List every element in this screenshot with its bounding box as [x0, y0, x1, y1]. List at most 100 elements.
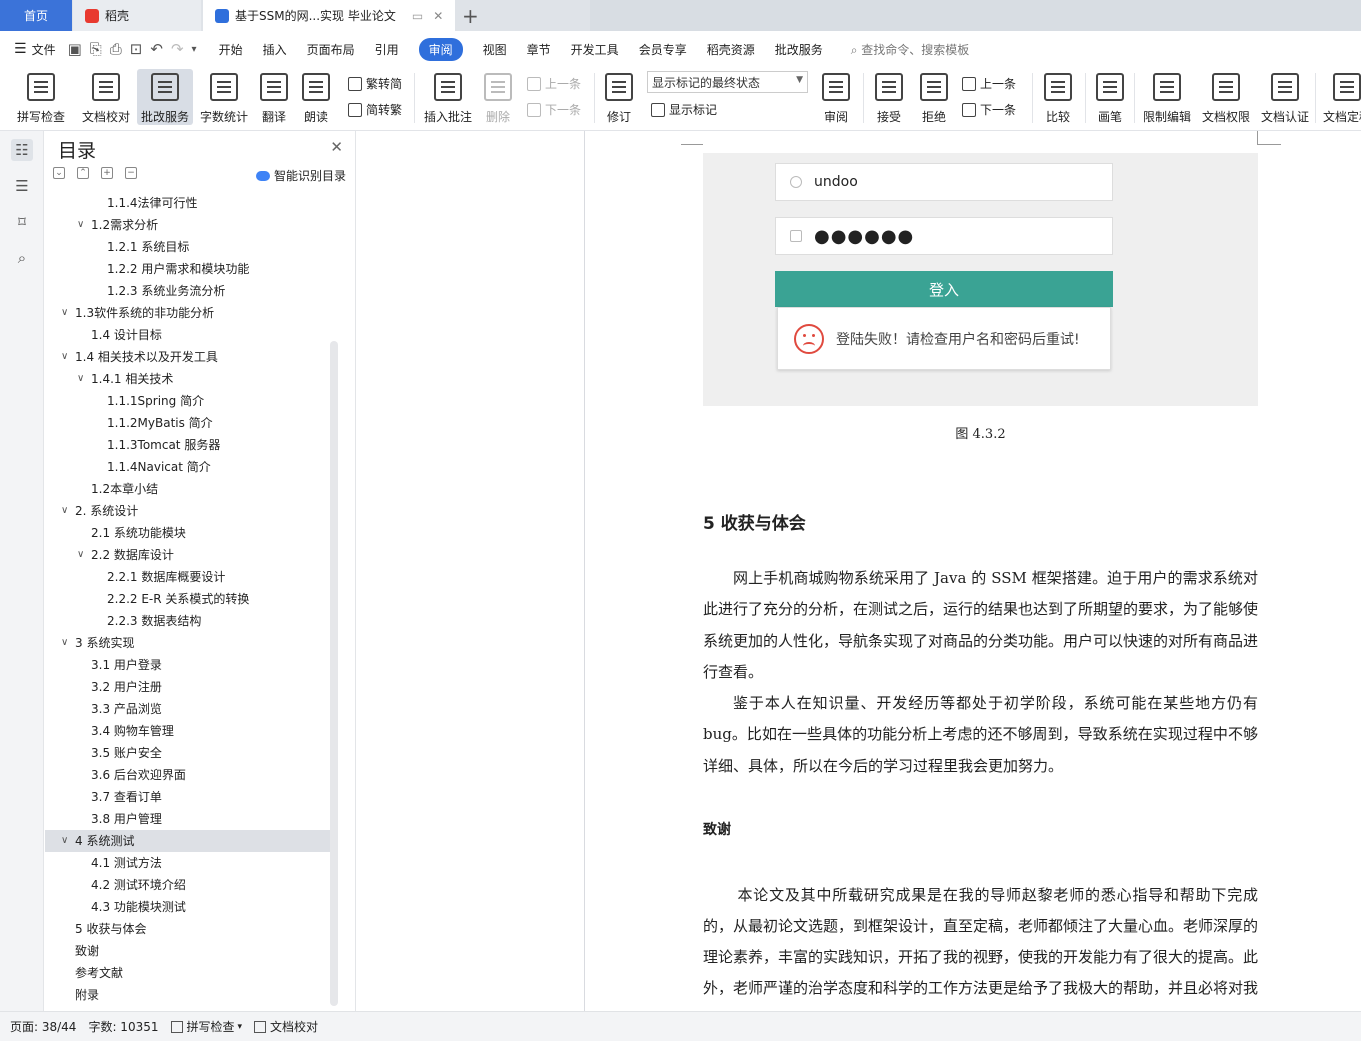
- word-count-button[interactable]: 字数统计: [198, 69, 250, 125]
- accept-button[interactable]: 接受: [871, 69, 907, 125]
- page-indicator[interactable]: 页面: 38/44: [10, 1018, 76, 1035]
- review-pane-button[interactable]: 审阅: [818, 69, 854, 125]
- to-traditional-button[interactable]: 繁转简: [348, 75, 402, 92]
- export-pdf-icon[interactable]: ⎘: [90, 40, 102, 58]
- chevron-down-icon[interactable]: ∨: [61, 346, 68, 368]
- menu-file[interactable]: ☰ 文件: [14, 41, 56, 58]
- prev-comment-button[interactable]: 上一条: [527, 75, 581, 92]
- track-changes-button[interactable]: 修订: [602, 69, 636, 125]
- toc-item[interactable]: 3.7 查看订单: [45, 786, 335, 808]
- menu-review[interactable]: 审阅: [418, 37, 463, 61]
- tab-document[interactable]: 基于SSM的网...实现 毕业论文 ▭ ✕: [203, 0, 455, 31]
- toc-item[interactable]: ∨ 2. 系统设计: [45, 500, 335, 522]
- chevron-down-icon[interactable]: ∨: [61, 500, 68, 522]
- menu-section[interactable]: 章节: [527, 41, 551, 58]
- undo-icon[interactable]: ↶: [150, 40, 163, 58]
- menu-references[interactable]: 引用: [375, 41, 399, 58]
- menu-insert[interactable]: 插入: [263, 41, 287, 58]
- toc-item[interactable]: 1.2本章小结: [45, 478, 335, 500]
- reject-button[interactable]: 拒绝: [916, 69, 952, 125]
- word-count-indicator[interactable]: 字数: 10351: [88, 1018, 158, 1035]
- search-icon[interactable]: ⌕: [11, 247, 33, 269]
- menu-member[interactable]: 会员专享: [639, 41, 687, 58]
- toc-item[interactable]: 1.4 设计目标: [45, 324, 335, 346]
- tab-pin-icon[interactable]: ▭: [412, 9, 423, 23]
- toc-item[interactable]: 3.3 产品浏览: [45, 698, 335, 720]
- translate-button[interactable]: 翻译: [256, 69, 292, 125]
- spellcheck-button[interactable]: 拼写检查: [12, 69, 70, 125]
- compare-button[interactable]: 比较: [1040, 69, 1076, 125]
- remove-heading-icon[interactable]: −: [125, 167, 137, 179]
- doc-certify-button[interactable]: 文档认证: [1260, 69, 1310, 125]
- toc-item[interactable]: 3.6 后台欢迎界面: [45, 764, 335, 786]
- toc-item[interactable]: 1.2.2 用户需求和模块功能: [45, 258, 335, 280]
- toc-item[interactable]: ∨ 1.3软件系统的非功能分析: [45, 302, 335, 324]
- markup-state-select[interactable]: 显示标记的最终状态 ▼: [647, 71, 808, 93]
- toc-item[interactable]: 3.4 购物车管理: [45, 720, 335, 742]
- toc-item[interactable]: ∨ 1.2需求分析: [45, 214, 335, 236]
- chevron-down-icon[interactable]: ∨: [61, 830, 68, 852]
- toc-item[interactable]: 参考文献: [45, 962, 335, 984]
- toc-item[interactable]: 附录: [45, 984, 335, 1006]
- chevron-down-icon[interactable]: ∨: [61, 632, 68, 654]
- toc-item[interactable]: 2.1 系统功能模块: [45, 522, 335, 544]
- toc-item[interactable]: 1.1.2MyBatis 简介: [45, 412, 335, 434]
- toc-item[interactable]: ∨ 1.4 相关技术以及开发工具: [45, 346, 335, 368]
- toc-item[interactable]: 2.2.1 数据库概要设计: [45, 566, 335, 588]
- save-icon[interactable]: ▣: [68, 40, 82, 58]
- toc-item[interactable]: 3.8 用户管理: [45, 808, 335, 830]
- delete-comment-button[interactable]: 删除: [480, 69, 516, 125]
- proofread-status[interactable]: 文档校对: [254, 1018, 318, 1035]
- read-aloud-button[interactable]: 朗读: [301, 69, 331, 125]
- toc-item[interactable]: 3.2 用户注册: [45, 676, 335, 698]
- tab-daoke[interactable]: 稻壳: [73, 0, 201, 31]
- toc-item[interactable]: 5 收获与体会: [45, 918, 335, 940]
- bookmark-icon[interactable]: ⌑: [11, 211, 33, 233]
- toc-item[interactable]: 4.1 测试方法: [45, 852, 335, 874]
- chevron-down-icon[interactable]: ∨: [77, 214, 84, 236]
- toc-item[interactable]: 2.2.2 E-R 关系模式的转换: [45, 588, 335, 610]
- toc-panel-icon[interactable]: ☷: [11, 139, 33, 161]
- toc-item[interactable]: ∨ 4 系统测试: [45, 830, 335, 852]
- toc-item[interactable]: 4.3 功能模块测试: [45, 896, 335, 918]
- menu-page-layout[interactable]: 页面布局: [307, 41, 355, 58]
- show-markup-button[interactable]: 显示标记: [651, 101, 717, 118]
- toc-item[interactable]: 2.2.3 数据表结构: [45, 610, 335, 632]
- menu-home[interactable]: 开始: [219, 41, 243, 58]
- next-change-button[interactable]: 下一条: [962, 101, 1016, 118]
- toc-item[interactable]: 1.1.3Tomcat 服务器: [45, 434, 335, 456]
- toc-item[interactable]: 3.5 账户安全: [45, 742, 335, 764]
- proofread-button[interactable]: 文档校对: [80, 69, 132, 125]
- toc-item[interactable]: ∨ 1.4.1 相关技术: [45, 368, 335, 390]
- restrict-edit-button[interactable]: 限制编辑: [1142, 69, 1192, 125]
- doc-finalize-button[interactable]: 文档定稿: [1322, 69, 1361, 125]
- chevron-down-icon[interactable]: ∨: [61, 302, 68, 324]
- toc-item[interactable]: 1.1.4Navicat 简介: [45, 456, 335, 478]
- spellcheck-toggle[interactable]: 拼写检查 ▾: [170, 1018, 242, 1035]
- toc-item[interactable]: ∨ 3 系统实现: [45, 632, 335, 654]
- doc-permission-button[interactable]: 文档权限: [1201, 69, 1251, 125]
- print-preview-icon[interactable]: ⊡: [130, 40, 143, 58]
- chevron-down-icon[interactable]: ∨: [77, 368, 84, 390]
- menu-developer[interactable]: 开发工具: [571, 41, 619, 58]
- menu-view[interactable]: 视图: [483, 41, 507, 58]
- toc-item[interactable]: 4.2 测试环境介绍: [45, 874, 335, 896]
- toc-item[interactable]: 1.2.1 系统目标: [45, 236, 335, 258]
- toc-item[interactable]: 1.2.3 系统业务流分析: [45, 280, 335, 302]
- document-page[interactable]: undoo ●●●●●● 登入 登陆失败！请检查用户名和密码后重试! 图 4.3…: [584, 131, 1361, 1011]
- tab-close-icon[interactable]: ✕: [433, 9, 443, 23]
- tab-home[interactable]: 首页: [0, 0, 72, 31]
- next-comment-button[interactable]: 下一条: [527, 101, 581, 118]
- menu-correction[interactable]: 批改服务: [775, 41, 823, 58]
- chapter-nav-icon[interactable]: ☰: [11, 175, 33, 197]
- command-search[interactable]: ⌕ 查找命令、搜索模板: [851, 41, 970, 58]
- collapse-all-icon[interactable]: ⌃: [77, 167, 89, 179]
- toc-item[interactable]: 1.1.4法律可行性: [45, 192, 335, 214]
- correction-service-button[interactable]: 批改服务: [137, 69, 193, 125]
- customize-toolbar-icon[interactable]: ▾: [192, 44, 197, 55]
- toc-item[interactable]: 1.1.1Spring 简介: [45, 390, 335, 412]
- menu-daoke-resources[interactable]: 稻壳资源: [707, 41, 755, 58]
- prev-change-button[interactable]: 上一条: [962, 75, 1016, 92]
- toc-item[interactable]: 致谢: [45, 940, 335, 962]
- toc-scrollbar[interactable]: [330, 341, 338, 1006]
